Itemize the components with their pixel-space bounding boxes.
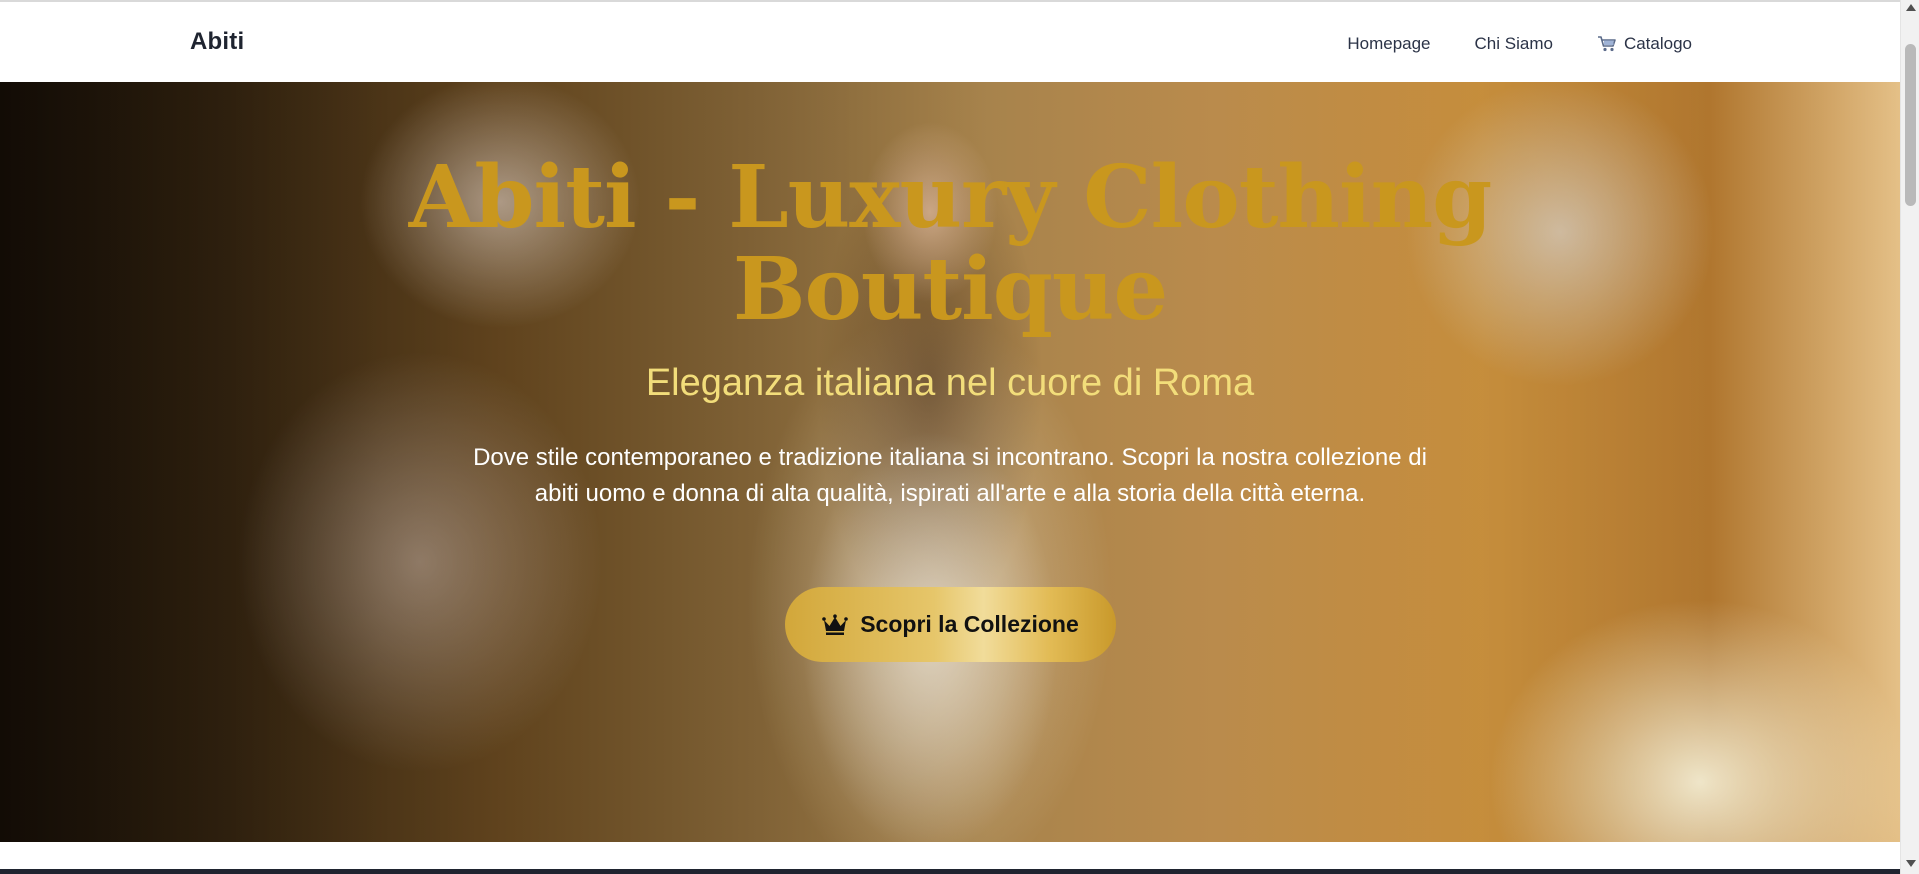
footer-edge (0, 869, 1900, 874)
vertical-scrollbar[interactable] (1900, 0, 1919, 874)
crown-icon (822, 613, 849, 635)
nav-link-label: Homepage (1347, 34, 1431, 53)
cart-icon (1597, 36, 1616, 52)
nav-link-homepage[interactable]: Homepage (1347, 34, 1430, 54)
hero-title: Abiti - Luxury Clothing Boutique (300, 152, 1600, 336)
hero-title-line-1: Abiti - Luxury Clothing (408, 147, 1493, 248)
scroll-down-arrow-icon[interactable] (1906, 860, 1916, 867)
nav-link-label: Catalogo (1623, 34, 1692, 53)
discover-collection-label: Scopri la Collezione (860, 611, 1079, 637)
brand-logo-link[interactable]: Abiti (190, 28, 244, 56)
hero-title-line-2: Boutique (732, 239, 1168, 340)
hero-description: Dove stile contemporaneo e tradizione it… (473, 444, 1427, 507)
top-navbar: Abiti Homepage Chi Siamo Catalogo (0, 0, 1900, 82)
hero-content: Abiti - Luxury Clothing Boutique Eleganz… (0, 82, 1900, 842)
nav-link-catalogo[interactable]: Catalogo (1597, 34, 1692, 54)
hero-section: Abiti - Luxury Clothing Boutique Eleganz… (0, 82, 1900, 842)
scrollbar-thumb[interactable] (1905, 44, 1916, 206)
scroll-up-arrow-icon[interactable] (1906, 4, 1916, 11)
nav-link-label: Chi Siamo (1474, 34, 1553, 53)
discover-collection-button[interactable]: Scopri la Collezione (785, 587, 1116, 662)
hero-subtitle: Eleganza italiana nel cuore di Roma (645, 362, 1255, 404)
nav-links: Homepage Chi Siamo Catalogo (1347, 34, 1692, 54)
page: Abiti Homepage Chi Siamo Catalogo Abiti … (0, 0, 1900, 874)
nav-link-chi-siamo[interactable]: Chi Siamo (1475, 34, 1553, 54)
